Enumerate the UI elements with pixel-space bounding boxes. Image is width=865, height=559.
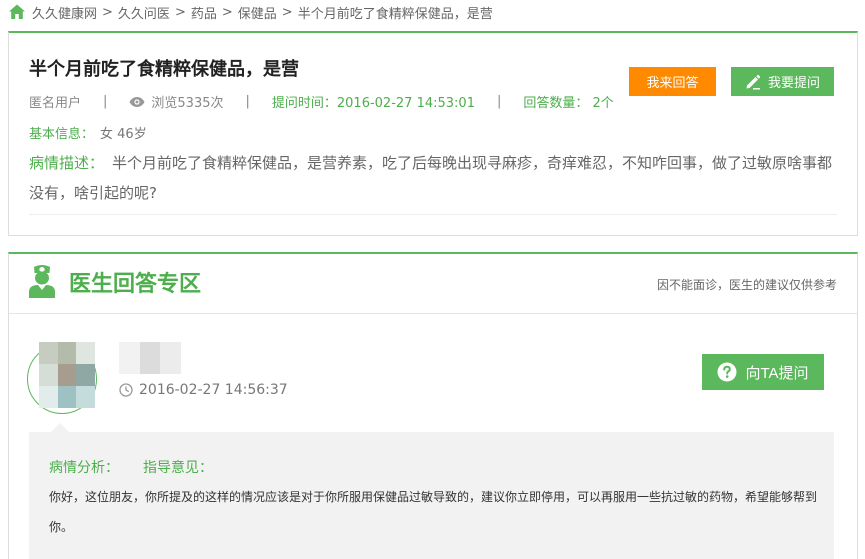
breadcrumb-link-supplements[interactable]: 保健品 <box>238 3 277 22</box>
ask-ta-label: 向TA提问 <box>745 364 809 382</box>
eye-icon <box>129 96 145 107</box>
answer-labels: 病情分析： 指导意见： <box>49 457 213 477</box>
answer-time-text: 2016-02-27 14:56:37 <box>139 382 288 398</box>
answer-text: 你好，这位朋友，你所提及的这样的情况应该是对于你所服用保健品过敏导致的，建议你立… <box>49 490 818 534</box>
breadcrumb-link-jiujiu[interactable]: 久久健康网 <box>32 3 97 22</box>
ask-ta-button[interactable]: 向TA提问 <box>702 354 824 390</box>
breadcrumb-separator: > <box>221 4 233 20</box>
answer-button[interactable]: 我来回答 <box>629 67 716 96</box>
breadcrumb-link-drugs[interactable]: 药品 <box>191 3 217 22</box>
doctor-name-blurred[interactable] <box>119 342 181 374</box>
ask-question-button[interactable]: 我要提问 <box>731 67 834 96</box>
pencil-icon <box>746 74 761 89</box>
meta-divider: | <box>245 94 250 109</box>
question-views: 浏览5335次 <box>151 96 224 111</box>
question-description: 病情描述： 半个月前吃了食精粹保健品，是营养素，吃了后每晚出现寻麻疹，奇痒难忍，不… <box>29 148 841 208</box>
doctor-section-note: 因不能面诊，医生的建议仅供参考 <box>656 278 837 292</box>
breadcrumb: 久久健康网 > 久久问医 > 药品 > 保健品 > 半个月前吃了食精粹保健品，是… <box>8 2 493 22</box>
meta-divider: | <box>496 94 502 109</box>
question-ask-time: 提问时间：2016-02-27 14:53:01 <box>271 96 475 111</box>
doctor-answer-section: 医生回答专区 因不能面诊，医生的建议仅供参考 2016-02-27 14:56:… <box>8 252 858 559</box>
doctor-section-title: 医生回答专区 <box>69 272 202 297</box>
breadcrumb-separator: > <box>102 4 113 20</box>
doctor-section-header: 医生回答专区 因不能面诊，医生的建议仅供参考 <box>9 254 857 314</box>
question-circle-icon <box>717 362 737 382</box>
description-text: 半个月前吃了食精粹保健品，是营养素，吃了后每晚出现寻麻疹，奇痒难忍，不知咋回事，… <box>29 154 833 202</box>
home-icon[interactable] <box>8 3 26 21</box>
question-user: 匿名用户 <box>29 96 82 111</box>
basic-info: 基本信息： 女 46岁 <box>29 123 147 142</box>
answer-box-pointer <box>51 423 69 432</box>
basic-info-label: 基本信息： <box>29 127 95 142</box>
guidance-label: 指导意见： <box>143 460 213 476</box>
ask-question-label: 我要提问 <box>767 75 820 90</box>
question-divider <box>29 214 837 215</box>
analysis-label: 病情分析： <box>49 460 119 476</box>
question-title: 半个月前吃了食精粹保健品，是营 <box>29 59 299 80</box>
basic-info-value: 女 46岁 <box>100 127 147 142</box>
breadcrumb-separator: > <box>174 4 186 20</box>
description-label: 病情描述： <box>29 154 105 172</box>
avatar-blurred-photo <box>39 342 95 408</box>
question-answer-count: 回答数量： 2个 <box>523 96 614 111</box>
question-card: 半个月前吃了食精粹保健品，是营 匿名用户 | 浏览5335次 | 提问时间：20… <box>8 31 858 236</box>
breadcrumb-link-wenyi[interactable]: 久久问医 <box>118 3 170 22</box>
answer-content-box: 病情分析： 指导意见： 你好，这位朋友，你所提及的这样的情况应该是对于你所服用保健… <box>29 423 834 559</box>
clock-icon <box>119 383 133 397</box>
nurse-icon <box>29 265 55 298</box>
answer-time: 2016-02-27 14:56:37 <box>119 382 288 398</box>
doctor-avatar[interactable] <box>21 336 97 416</box>
breadcrumb-separator: > <box>281 4 293 20</box>
meta-divider: | <box>103 94 108 109</box>
question-meta: 匿名用户 | 浏览5335次 | 提问时间：2016-02-27 14:53:0… <box>29 92 614 111</box>
breadcrumb-current: 半个月前吃了食精粹保健品，是营 <box>297 6 493 22</box>
